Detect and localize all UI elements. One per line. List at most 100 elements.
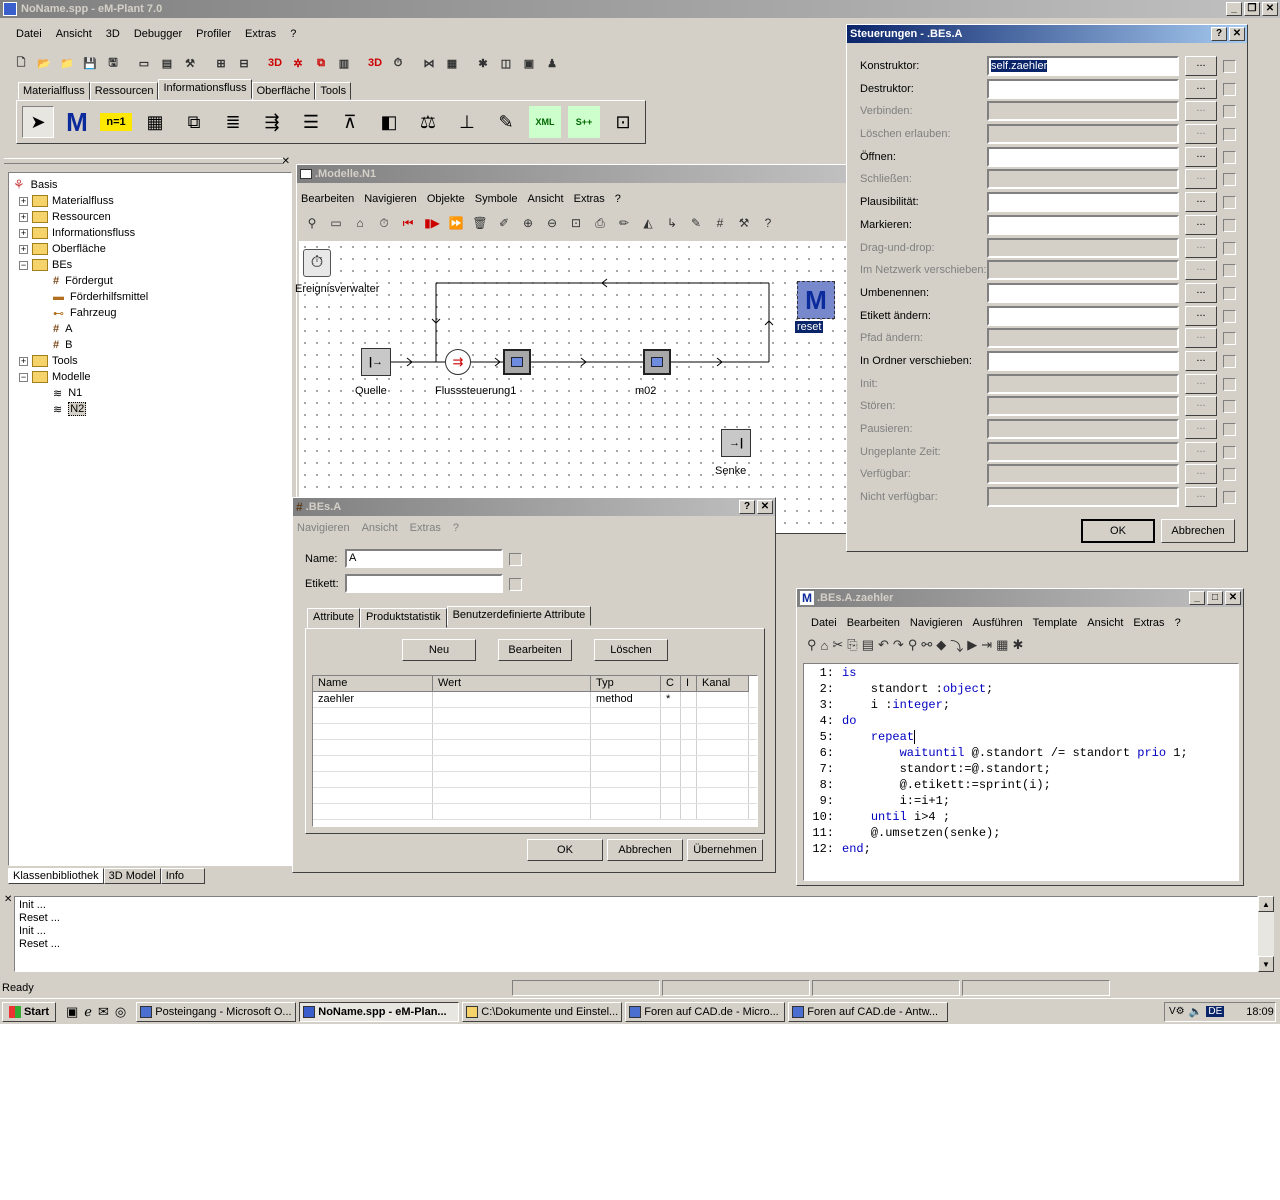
grid-colors-icon[interactable]: ▦ [441,52,463,74]
tab-informationsfluss[interactable]: Informationsfluss [158,79,252,99]
menu-[interactable]: ? [615,193,621,205]
run-icon[interactable]: ▶ [967,637,977,653]
task-button-4[interactable]: Foren auf CAD.de - Micro... [625,1001,786,1022]
inherit-checkbox[interactable] [1223,105,1236,119]
icon-mode-icon[interactable]: ◭ [637,212,659,234]
minimize-button[interactable]: _ [1189,591,1205,605]
tree-item-basis[interactable]: ⚘ Basis [13,177,287,193]
expand-icon[interactable]: − [19,372,28,382]
inherit-checkbox[interactable] [1223,218,1236,232]
fast-forward-icon[interactable]: ⏩ [445,212,467,234]
inherit-checkbox[interactable] [1223,173,1236,187]
close-button[interactable]: ✕ [1225,591,1241,605]
diagram-icon[interactable]: ◫ [495,52,517,74]
window-icon[interactable]: ▭ [133,52,155,74]
inherit-checkbox[interactable] [1223,264,1236,278]
console-scrollbar[interactable]: ▲ ▼ [1258,896,1274,972]
zoom-in-icon[interactable]: ⊕ [517,212,539,234]
column-header-c[interactable]: C [661,676,681,692]
inherit-checkbox[interactable] [1223,445,1236,459]
cursor-icon[interactable]: ➤ [22,106,54,138]
menu-navigieren[interactable]: Navigieren [364,193,417,205]
menu-[interactable]: ? [290,28,296,40]
tree-item-informationsfluss[interactable]: + Informationsfluss [13,225,287,241]
table-row[interactable] [313,740,757,756]
menu-[interactable]: ? [1175,617,1181,629]
bes-tab-benutzerdefinierte-attribute[interactable]: Benutzerdefinierte Attribute [446,606,592,626]
interface-icon[interactable]: ⇶ [256,106,288,138]
maximize-button[interactable]: □ [1207,591,1223,605]
layout2-icon[interactable]: ⊟ [233,52,255,74]
menu-3d[interactable]: 3D [106,28,120,40]
column-header-i[interactable]: I [681,676,697,692]
menu-profiler[interactable]: Profiler [196,28,231,40]
copy-icon[interactable]: ⎘ [847,637,857,653]
menu-ansicht[interactable]: Ansicht [362,522,398,534]
help-button[interactable]: ? [1211,27,1227,41]
task-button-3[interactable]: C:\Dokumente und Einstel... [462,1001,623,1022]
control-input[interactable] [987,214,1179,235]
scroll-up-button[interactable]: ▲ [1258,896,1274,912]
restore-button[interactable]: ❐ [1244,2,1260,16]
new-file-icon[interactable]: 🗋 [10,52,32,74]
control-input[interactable] [987,78,1179,99]
tree-item-modelle[interactable]: − Modelle [13,369,287,385]
browse-button[interactable]: ... [1185,146,1217,167]
tools-icon[interactable]: ⚒ [733,212,755,234]
generator-icon[interactable]: ◧ [373,106,405,138]
panel-close-icon[interactable]: ✕ [282,156,290,167]
chart-icon[interactable]: ▥ [333,52,355,74]
search-icon[interactable]: ⚲ [908,637,918,653]
etikett-input[interactable] [345,574,503,593]
edit-button[interactable]: Bearbeiten [498,639,572,661]
table-row[interactable] [313,804,757,820]
reset-method-icon[interactable]: M [797,281,835,319]
menu-datei[interactable]: Datei [16,28,42,40]
step-icon[interactable]: ⤵ [950,636,963,655]
station-1-icon[interactable] [503,349,531,375]
inherit-checkbox[interactable] [1223,60,1236,73]
expand-icon[interactable]: − [19,260,28,270]
clear-icon[interactable]: ✐ [493,212,515,234]
control-input[interactable] [987,146,1179,167]
console-close-icon[interactable]: ✕ [4,894,12,905]
source-icon[interactable]: |→ [361,348,391,376]
3d-log-icon[interactable]: 3D [364,52,386,74]
desktop-icon[interactable]: ▣ [66,1004,78,1020]
tree-item-materialfluss[interactable]: + Materialfluss [13,193,287,209]
inherit-checkbox[interactable] [1223,128,1236,142]
column-header-typ[interactable]: Typ [591,676,661,692]
inherit-checkbox[interactable] [1223,82,1236,96]
sink-icon[interactable]: →| [721,429,751,457]
inherit-checkbox[interactable] [1223,150,1236,164]
inherit-checkbox[interactable] [1223,377,1236,391]
menu-objekte[interactable]: Objekte [427,193,465,205]
3d-icon[interactable]: 3D [264,52,286,74]
menu-bearbeiten[interactable]: Bearbeiten [301,193,354,205]
ok-button[interactable]: OK [527,839,603,861]
expand-icon[interactable]: + [19,212,28,222]
bug-icon[interactable]: ✱ [472,52,494,74]
expand-icon[interactable]: + [19,196,28,206]
queue-icon[interactable]: ≣ [217,106,249,138]
menu-[interactable]: ? [453,522,459,534]
ie-icon[interactable]: ℯ [84,1004,92,1020]
step-icon[interactable]: ▮▶ [421,212,443,234]
volume-icon[interactable]: 🔈 [1189,1005,1203,1018]
control-input[interactable] [987,282,1179,303]
paste-icon[interactable]: ▤ [862,637,874,653]
close-button[interactable]: ✕ [757,500,773,514]
home-icon[interactable]: ⌂ [349,212,371,234]
tab-tools[interactable]: Tools [315,82,352,100]
inherit-checkbox[interactable] [1223,400,1236,414]
list-icon[interactable]: ☰ [295,106,327,138]
balance-icon[interactable]: ⊥ [451,106,483,138]
3d-settings-icon[interactable]: ✲ [287,52,309,74]
delete-icon[interactable]: 🗑 [469,212,491,234]
window3-icon[interactable]: ▣ [518,52,540,74]
save-all-icon[interactable]: 🖫 [102,52,124,74]
outlook-icon[interactable]: ✉ [98,1004,109,1020]
undo-icon[interactable]: ↶ [878,637,889,653]
rewind-icon[interactable]: ⏮ [397,212,419,234]
pencil-icon[interactable]: ✏ [613,212,635,234]
